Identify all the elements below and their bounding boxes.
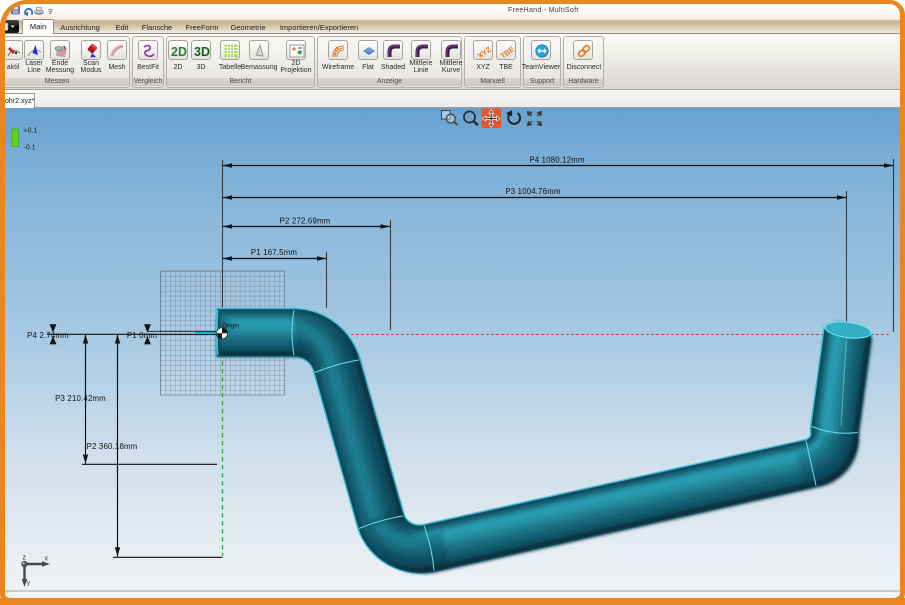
svg-text:P1 167.5mm: P1 167.5mm — [251, 248, 297, 257]
svg-text:-0.1: -0.1 — [24, 145, 36, 152]
svg-text:P1 0mm: P1 0mm — [127, 331, 157, 340]
svg-text:P3 1004.76mm: P3 1004.76mm — [505, 187, 560, 196]
svg-text:P2 272.69mm: P2 272.69mm — [280, 217, 331, 226]
svg-text:P4 1080.12mm: P4 1080.12mm — [529, 156, 584, 165]
svg-text:z: z — [23, 555, 27, 562]
svg-text:P4 2.74mm: P4 2.74mm — [27, 331, 69, 340]
svg-text:P2 360.18mm: P2 360.18mm — [87, 442, 138, 451]
svg-text:y: y — [27, 581, 30, 587]
svg-text:P3 210.42mm: P3 210.42mm — [55, 394, 106, 403]
svg-text:Origin: Origin — [222, 323, 240, 330]
svg-text:x: x — [45, 556, 49, 563]
svg-text:+0.1: +0.1 — [24, 128, 38, 135]
